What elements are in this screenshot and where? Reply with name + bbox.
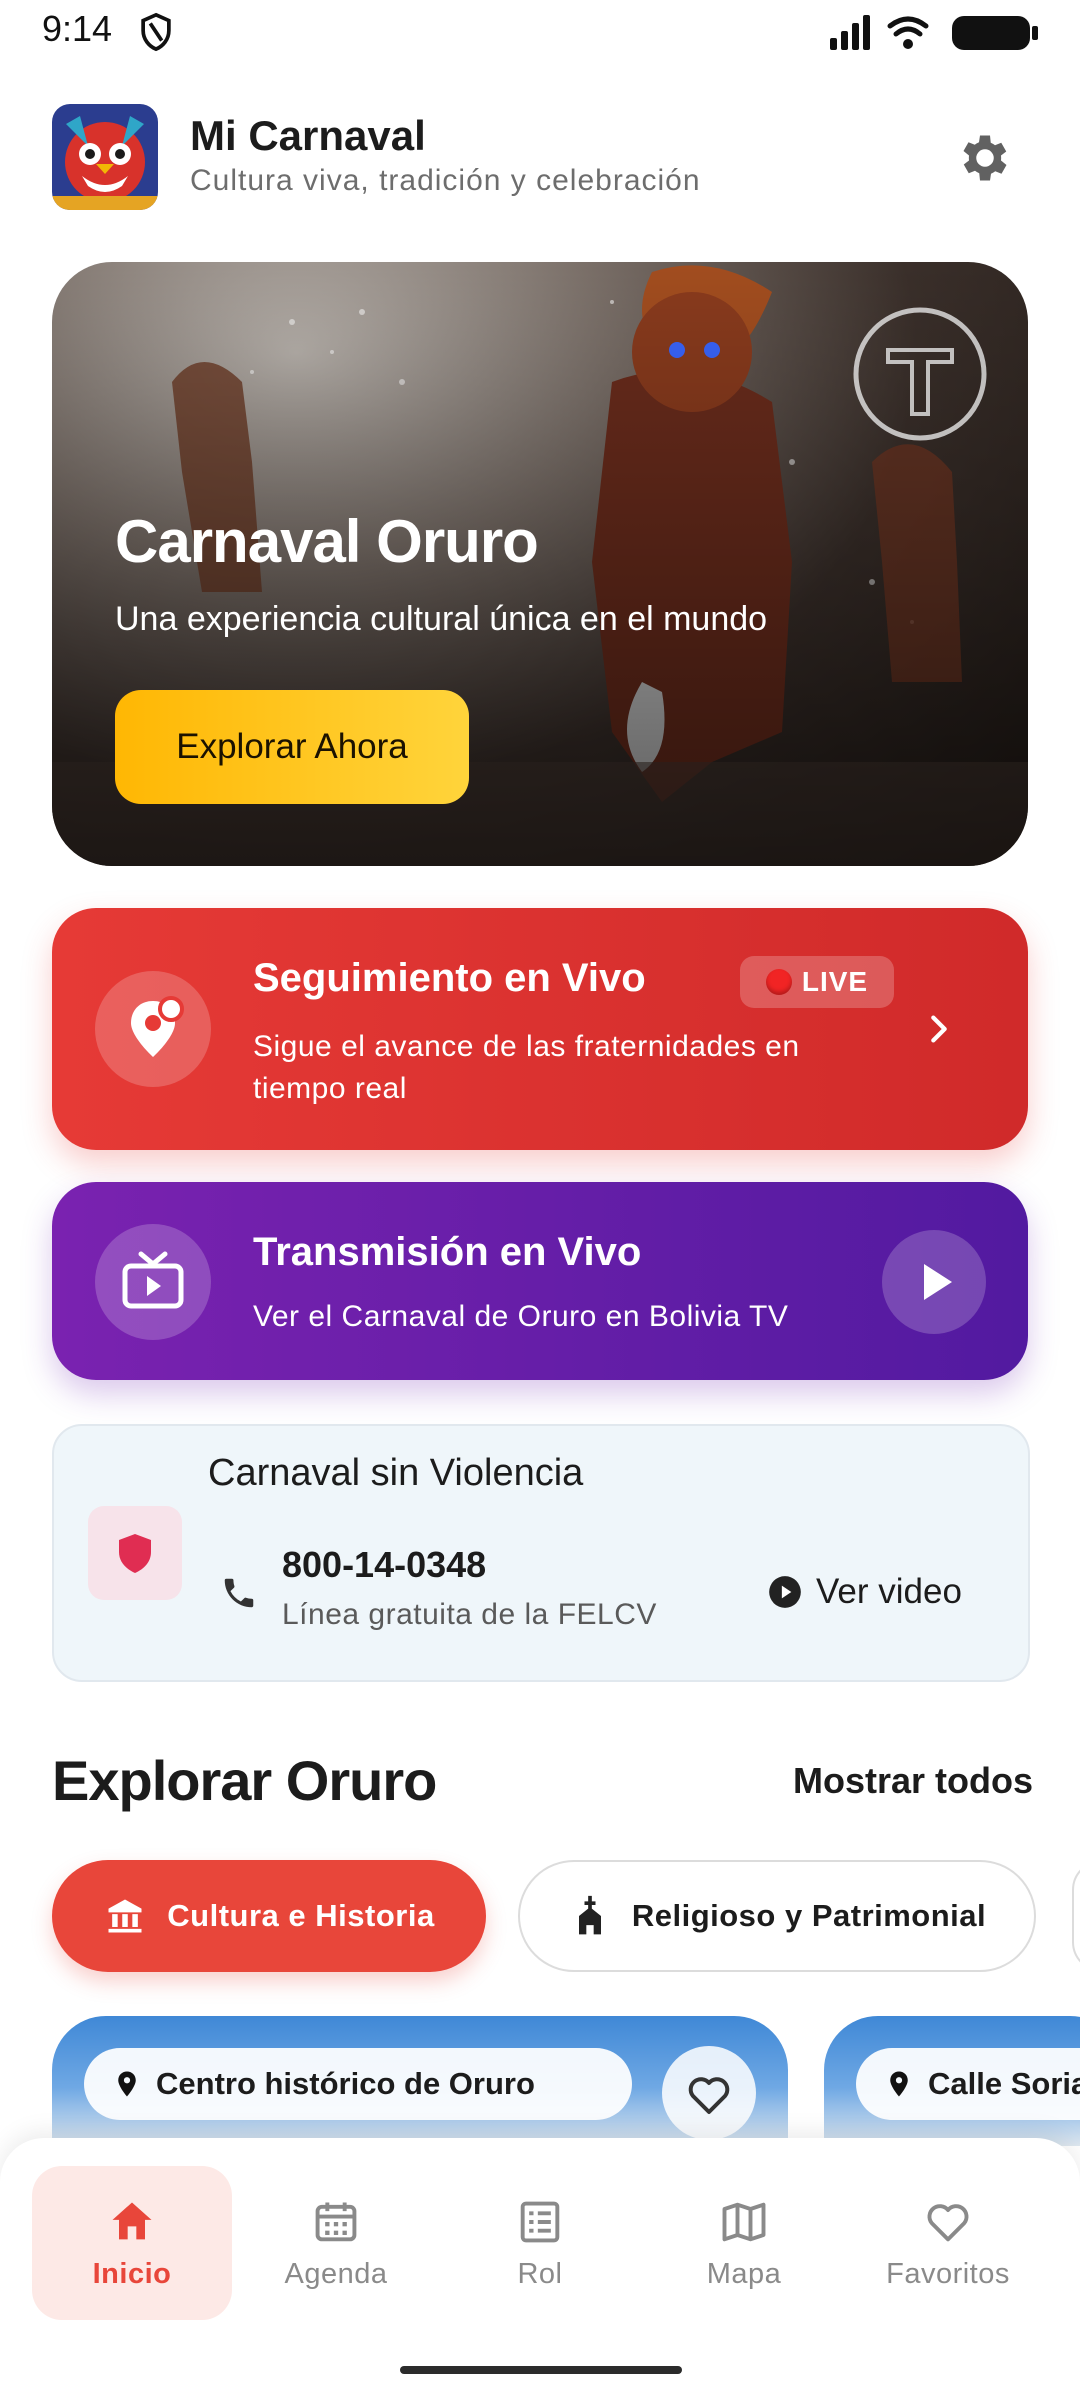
app-subtitle: Cultura viva, tradición y celebración — [190, 164, 701, 197]
signal-icon — [830, 15, 870, 50]
hero-banner[interactable]: Carnaval Oruro Una experiencia cultural … — [52, 262, 1028, 866]
tv-icon — [95, 1224, 211, 1340]
shield-alert-icon — [88, 1506, 182, 1600]
category-chip-label: Cultura e Historia — [167, 1898, 435, 1933]
nav-item-home[interactable]: Inicio — [32, 2166, 232, 2320]
location-pin-icon — [118, 2071, 136, 2097]
play-button[interactable] — [882, 1230, 986, 1334]
wifi-icon — [887, 16, 929, 37]
home-icon — [112, 2202, 152, 2239]
location-pill: Calle Soria — [856, 2048, 1080, 2120]
status-time: 9:14 — [42, 8, 113, 49]
place-location: Centro histórico de Oruro — [156, 2066, 535, 2101]
nav-label: Inicio — [92, 2257, 172, 2290]
category-chip-culture[interactable]: Cultura e Historia — [52, 1860, 486, 1972]
nav-item-rol[interactable]: Rol — [440, 2166, 640, 2320]
no-violence-title: Carnaval sin Violencia — [208, 1452, 584, 1494]
nav-item-map[interactable]: Mapa — [644, 2166, 844, 2320]
hero-title: Carnaval Oruro — [115, 508, 539, 575]
hotline-description: Línea gratuita de la FELCV — [282, 1598, 657, 1631]
heart-icon — [927, 2203, 969, 2241]
calendar-icon — [315, 2202, 357, 2241]
watch-video-button[interactable]: Ver video — [766, 1570, 962, 1614]
explore-now-button[interactable]: Explorar Ahora — [115, 690, 469, 804]
nav-label: Favoritos — [886, 2257, 1010, 2290]
bottom-navigation: Inicio Agenda Rol Mapa Favoritos — [0, 2138, 1080, 2400]
category-chip-label: Religioso y Patrimonial — [631, 1898, 987, 1933]
app-title: Mi Carnaval — [190, 112, 426, 159]
watch-video-label: Ver video — [816, 1572, 962, 1611]
no-violence-card: Carnaval sin Violencia 800-14-0348 Línea… — [52, 1424, 1030, 1682]
status-icons — [830, 15, 1038, 50]
live-badge: LIVE — [740, 956, 894, 1008]
live-desc-line1: Sigue el avance de las fraternidades en — [253, 1030, 800, 1063]
live-tracking-description: Sigue el avance de las fraternidades en … — [253, 1026, 800, 1110]
museum-icon — [108, 1899, 142, 1933]
favorite-button[interactable] — [662, 2046, 756, 2140]
church-icon — [578, 1895, 601, 1935]
nav-label: Mapa — [706, 2257, 782, 2290]
battery-icon — [952, 16, 1038, 50]
map-icon — [722, 2202, 766, 2241]
play-icon — [924, 1264, 952, 1300]
location-pin-icon — [95, 971, 211, 1087]
chevron-right-icon — [931, 1015, 947, 1043]
phone-icon — [224, 1578, 254, 1608]
live-dot-icon — [765, 969, 792, 995]
location-pin-icon — [890, 2071, 908, 2097]
hotline-number[interactable]: 800-14-0348 — [282, 1544, 486, 1586]
place-card[interactable]: Calle Soria — [824, 2016, 1080, 2146]
list-icon — [520, 2201, 560, 2242]
nav-label: Rol — [517, 2257, 563, 2290]
live-tv-card[interactable]: Transmisión en Vivo Ver el Carnaval de O… — [52, 1182, 1028, 1380]
gear-icon[interactable] — [955, 128, 1015, 188]
home-indicator[interactable] — [400, 2366, 682, 2374]
nav-item-agenda[interactable]: Agenda — [236, 2166, 436, 2320]
play-circle-icon — [769, 1576, 801, 1608]
show-all-link[interactable]: Mostrar todos — [793, 1760, 1033, 1802]
category-chip-religious[interactable]: Religioso y Patrimonial — [518, 1860, 1036, 1972]
live-desc-line2: tiempo real — [253, 1072, 407, 1105]
nav-item-favorites[interactable]: Favoritos — [848, 2166, 1048, 2320]
shield-icon — [141, 12, 171, 52]
app-logo — [52, 104, 158, 210]
status-bar: 9:14 — [0, 0, 1080, 64]
live-tv-title: Transmisión en Vivo — [253, 1230, 642, 1274]
emblem-icon — [853, 307, 987, 441]
heart-icon — [688, 2077, 730, 2114]
location-pill: Centro histórico de Oruro — [84, 2048, 632, 2120]
hero-subtitle: Una experiencia cultural única en el mun… — [115, 600, 768, 638]
place-location: Calle Soria — [928, 2066, 1080, 2101]
live-badge-label: LIVE — [801, 966, 869, 997]
live-tracking-title: Seguimiento en Vivo — [253, 956, 646, 1000]
place-card[interactable]: Centro histórico de Oruro — [52, 2016, 788, 2146]
live-tv-description: Ver el Carnaval de Oruro en Bolivia TV — [253, 1300, 789, 1333]
live-tracking-card[interactable]: Seguimiento en Vivo LIVE Sigue el avance… — [52, 908, 1028, 1150]
category-chip-more[interactable] — [1072, 1860, 1080, 1972]
section-title: Explorar Oruro — [52, 1749, 437, 1812]
nav-label: Agenda — [284, 2257, 388, 2290]
